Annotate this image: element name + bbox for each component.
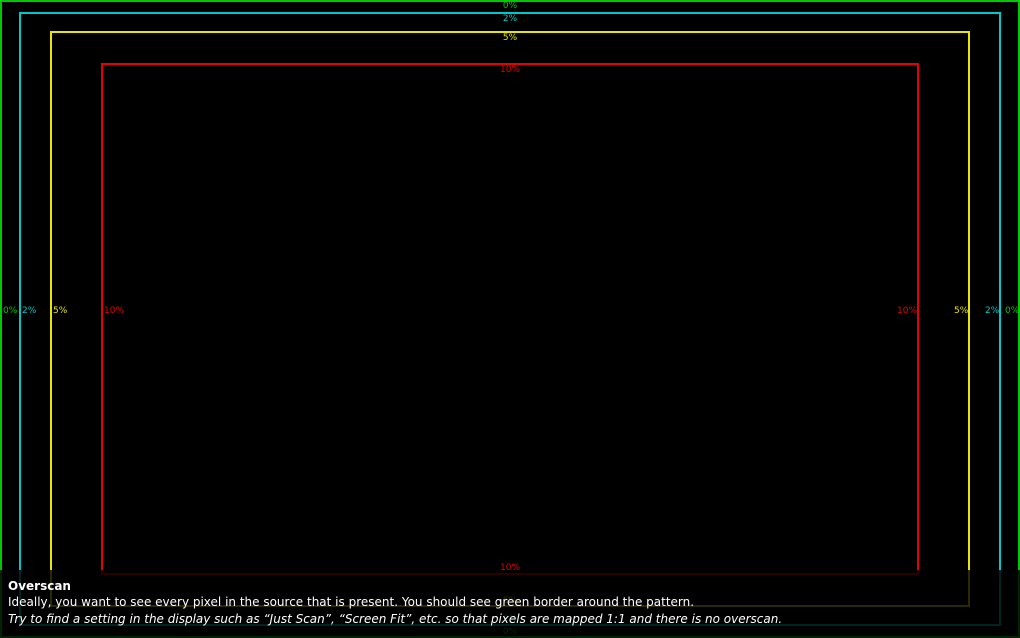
label-left-2: 2% — [22, 306, 37, 316]
label-right-10: 10% — [897, 306, 918, 316]
label-left-10: 10% — [104, 306, 125, 316]
label-right-0: 0% — [1005, 306, 1020, 316]
overscan-test-pattern: 0% 2% 5% 10% 0% 2% 5% 10% 10% 5% 2% 0% 1… — [0, 0, 1020, 638]
label-left-0: 0% — [3, 306, 18, 316]
label-left-5: 5% — [53, 306, 68, 316]
label-right-2: 2% — [985, 306, 1000, 316]
info-description: Ideally, you want to see every pixel in … — [8, 595, 695, 609]
label-top-5: 5% — [502, 33, 518, 43]
border-10-percent — [101, 63, 919, 575]
info-panel: Overscan Ideally, you want to see every … — [0, 570, 1020, 638]
info-title: Overscan — [8, 579, 71, 593]
label-top-10: 10% — [499, 65, 521, 75]
label-top-0: 0% — [502, 1, 518, 11]
label-right-5: 5% — [954, 306, 969, 316]
label-top-2: 2% — [502, 14, 518, 24]
info-hint: Try to find a setting in the display suc… — [8, 612, 783, 626]
